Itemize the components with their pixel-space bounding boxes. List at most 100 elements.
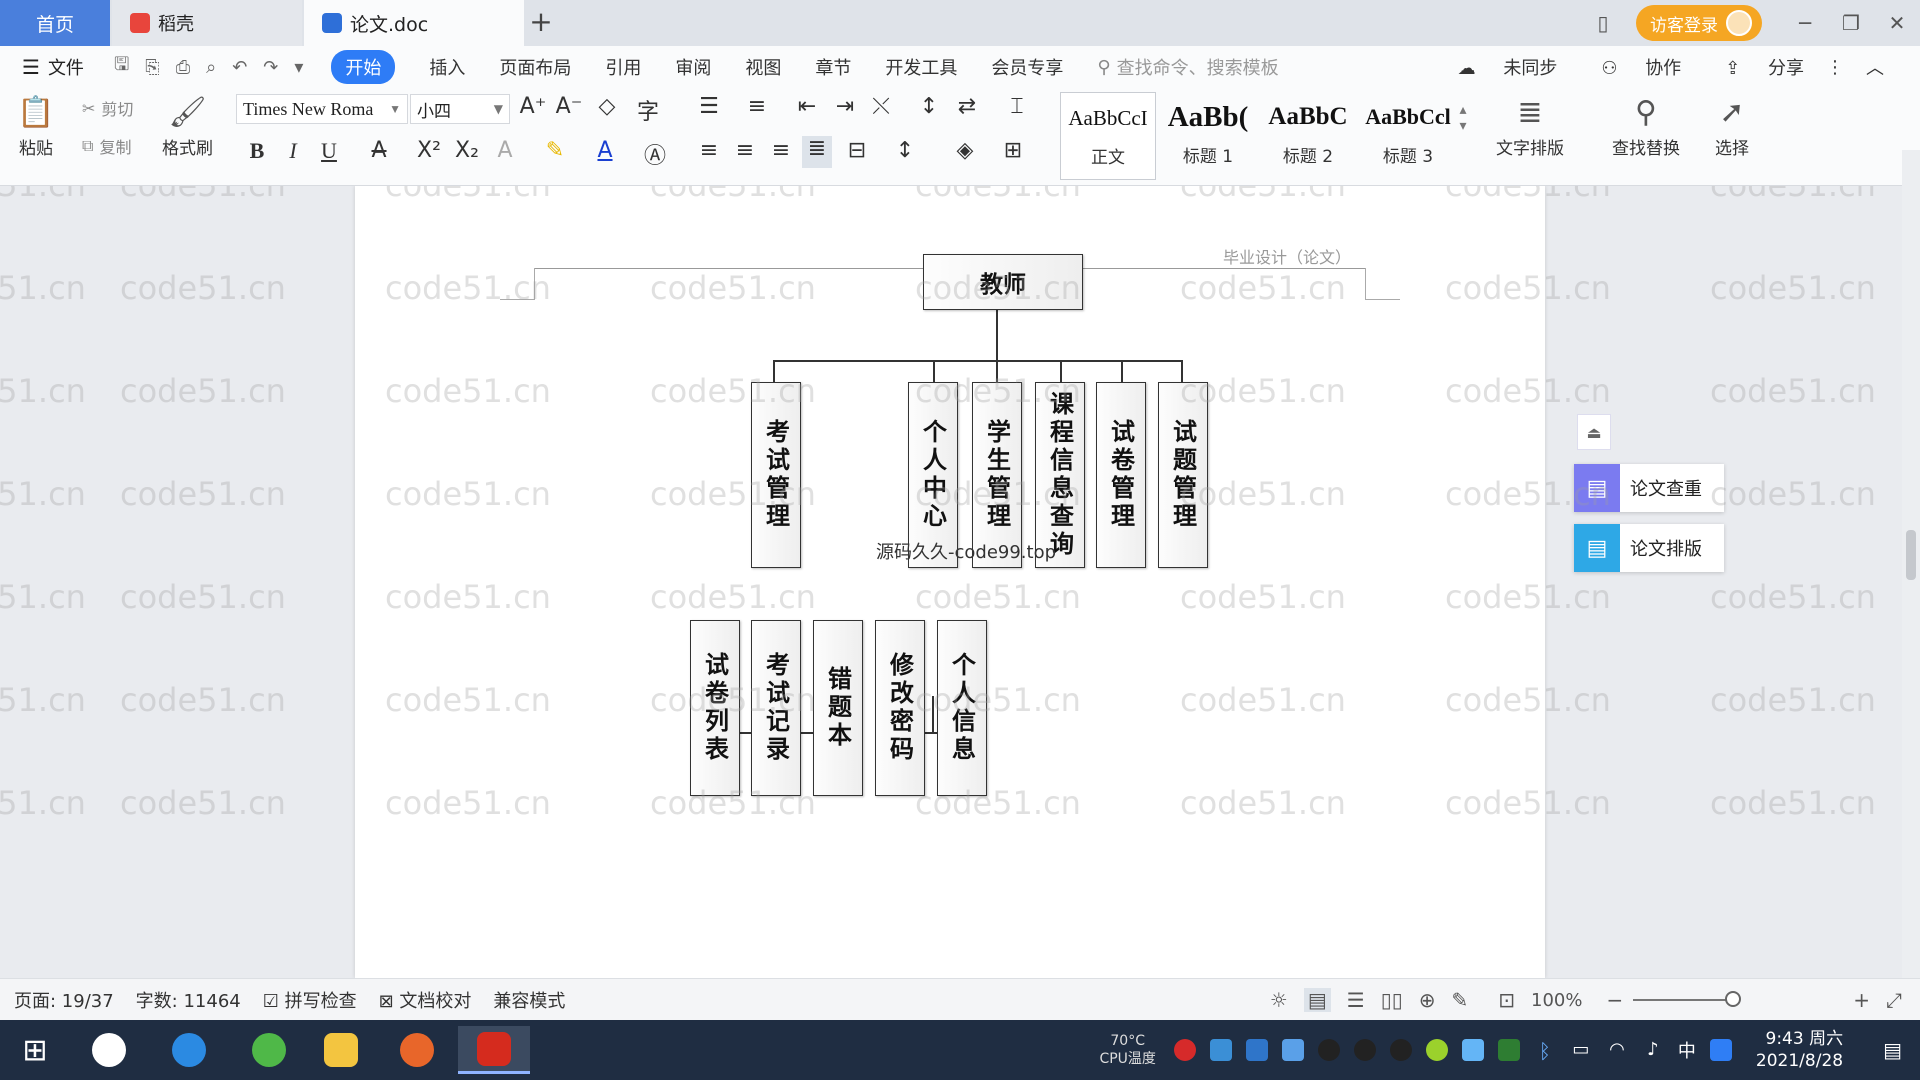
align-right-icon[interactable]: ≡ [766, 138, 796, 163]
highlight-icon[interactable]: ✎ [540, 138, 570, 163]
tab-stop-icon[interactable]: ⌶ [1002, 94, 1032, 119]
vertical-scrollbar[interactable] [1902, 150, 1920, 978]
share-button[interactable]: ⇪ 分享 [1703, 54, 1804, 80]
font-color-icon[interactable]: A [590, 138, 620, 163]
phonetic-icon[interactable]: 字 [630, 94, 666, 126]
select-button[interactable]: ➚ 选择 [1712, 90, 1752, 160]
tray-app-icon[interactable] [1209, 1039, 1232, 1061]
tray-app-icon[interactable] [1173, 1039, 1196, 1061]
shading-icon[interactable]: ◈ [950, 138, 980, 163]
collaborate-button[interactable]: ⚇ 协作 [1579, 54, 1681, 80]
clock[interactable]: 9:43 周六 2021/8/28 [1756, 1028, 1843, 1072]
new-tab-button[interactable]: + [525, 6, 557, 40]
ime-indicator[interactable]: 中 [1678, 1037, 1696, 1063]
copy-button[interactable]: ⧉ 复制 [82, 134, 131, 158]
bold-icon[interactable]: B [242, 138, 272, 164]
align-center-icon[interactable]: ≡ [730, 138, 760, 163]
style-scroll-icon[interactable]: ▴ ▾ [1448, 102, 1478, 134]
page-view-icon[interactable]: ▤ [1303, 988, 1331, 1012]
cut-button[interactable]: ✂ 剪切 [82, 96, 133, 120]
italic-icon[interactable]: I [278, 138, 308, 164]
numbered-list-icon[interactable]: ≡ [742, 94, 772, 119]
guest-login-button[interactable]: 访客登录 [1636, 5, 1762, 41]
zoom-in-icon[interactable]: + [1853, 988, 1870, 1012]
distributed-icon[interactable]: ⊟ [842, 138, 872, 163]
paper-layout-button[interactable]: ▤ 论文排版 [1574, 524, 1724, 572]
menu-review[interactable]: 审阅 [675, 54, 711, 80]
menu-start[interactable]: 开始 [331, 50, 396, 84]
menu-view[interactable]: 视图 [745, 54, 781, 80]
scrollbar-thumb[interactable] [1906, 530, 1916, 580]
char-border-icon[interactable]: Ⓐ [640, 138, 670, 170]
search-command-input[interactable]: 查找命令、搜索模板 [1117, 54, 1279, 80]
bullet-list-icon[interactable]: ☰ [694, 94, 724, 119]
menu-references[interactable]: 引用 [605, 54, 641, 80]
notification-icon[interactable]: ▤ [1883, 1038, 1902, 1062]
style-heading-1[interactable]: AaBb( 标题 1 [1160, 92, 1256, 180]
outline-view-icon[interactable]: ☰ [1347, 988, 1365, 1012]
collapse-ribbon-icon[interactable]: ︿ [1866, 54, 1884, 80]
taskbar-app-game[interactable] [388, 1026, 446, 1074]
print-icon[interactable]: ⎙ [176, 57, 190, 78]
volume-icon[interactable]: ♪ [1642, 1039, 1664, 1061]
increase-indent-icon[interactable]: ⇥ [830, 94, 860, 119]
zoom-slider[interactable] [1633, 991, 1742, 1007]
menu-file[interactable]: ☰ 文件 [22, 54, 84, 80]
cpu-temperature[interactable]: 70°C CPU温度 [1099, 1032, 1155, 1068]
spell-check-button[interactable]: ☑ 拼写检查 [263, 987, 357, 1013]
tab-document[interactable]: 论文.doc [304, 0, 524, 46]
print-preview-icon[interactable]: ⌕ [206, 57, 216, 78]
customize-icon[interactable]: ▾ [294, 57, 303, 78]
bluetooth-icon[interactable]: ᛒ [1534, 1039, 1556, 1063]
web-view-icon[interactable]: ⊕ [1419, 988, 1436, 1012]
more-icon[interactable]: ⋮ [1826, 57, 1844, 78]
paste-button[interactable]: 📋 粘贴 [16, 90, 56, 160]
menu-member[interactable]: 会员专享 [991, 54, 1063, 80]
underline-icon[interactable]: U [314, 138, 344, 164]
sync-status-button[interactable]: ☁ 未同步 [1436, 54, 1558, 80]
font-size-select[interactable]: 小四 ▼ [410, 94, 510, 124]
start-button[interactable]: ⊞ [6, 1026, 64, 1074]
border-icon[interactable]: ⊞ [998, 138, 1028, 163]
input-method-icon[interactable] [1709, 1039, 1732, 1061]
show-hide-icon[interactable]: ⇄ [952, 94, 982, 119]
align-left-icon[interactable]: ≡ [694, 138, 724, 163]
superscript-icon[interactable]: X² [414, 138, 444, 163]
tray-app-icon[interactable] [1461, 1039, 1484, 1061]
tab-daoke[interactable]: 稻壳 [112, 0, 302, 46]
qq-icon[interactable] [1317, 1039, 1340, 1061]
find-replace-button[interactable]: ⚲ 查找替换 [1612, 90, 1680, 160]
minimize-icon[interactable]: ─ [1784, 11, 1826, 35]
write-mode-icon[interactable]: ✎ [1451, 988, 1468, 1012]
wifi-icon[interactable]: ◠ [1606, 1039, 1628, 1061]
taskbar-app-browser[interactable] [240, 1026, 298, 1074]
qq-icon[interactable] [1353, 1039, 1376, 1061]
decrease-indent-icon[interactable]: ⇤ [792, 94, 822, 119]
qq-icon[interactable] [1389, 1039, 1412, 1061]
menu-insert[interactable]: 插入 [429, 54, 465, 80]
layout-icon[interactable]: ▯ [1582, 11, 1624, 35]
sort-icon[interactable]: ↕ [914, 94, 944, 119]
fullscreen-icon[interactable]: ⤢ [1886, 988, 1902, 1012]
tray-app-icon[interactable] [1245, 1039, 1268, 1061]
text-layout-button[interactable]: ≣ 文字排版 [1496, 90, 1564, 160]
menu-page-layout[interactable]: 页面布局 [499, 54, 571, 80]
text-effect-icon[interactable]: A [490, 138, 520, 163]
reading-view-icon[interactable]: ▯▯ [1381, 988, 1403, 1012]
output-icon[interactable]: ⎘ [145, 57, 159, 78]
close-icon[interactable]: ✕ [1876, 11, 1918, 35]
battery-icon[interactable]: ▭ [1570, 1039, 1592, 1061]
menu-chapter[interactable]: 章节 [815, 54, 851, 80]
style-heading-3[interactable]: AaBbCcl 标题 3 [1360, 92, 1456, 180]
page-indicator[interactable]: 页面: 19/37 [14, 987, 114, 1013]
subscript-icon[interactable]: X₂ [452, 138, 482, 163]
restore-icon[interactable]: ❐ [1830, 11, 1872, 35]
taskbar-app-wps[interactable] [458, 1026, 530, 1074]
menu-developer[interactable]: 开发工具 [885, 54, 957, 80]
line-spacing-icon[interactable]: ↕ [890, 138, 920, 163]
nvidia-icon[interactable] [1497, 1039, 1520, 1061]
tab-home[interactable]: 首页 [0, 0, 110, 46]
style-normal[interactable]: AaBbCcI 正文 [1060, 92, 1156, 180]
format-painter-button[interactable]: 🖌 格式刷 [162, 90, 213, 160]
undo-icon[interactable]: ↶ [232, 57, 247, 78]
